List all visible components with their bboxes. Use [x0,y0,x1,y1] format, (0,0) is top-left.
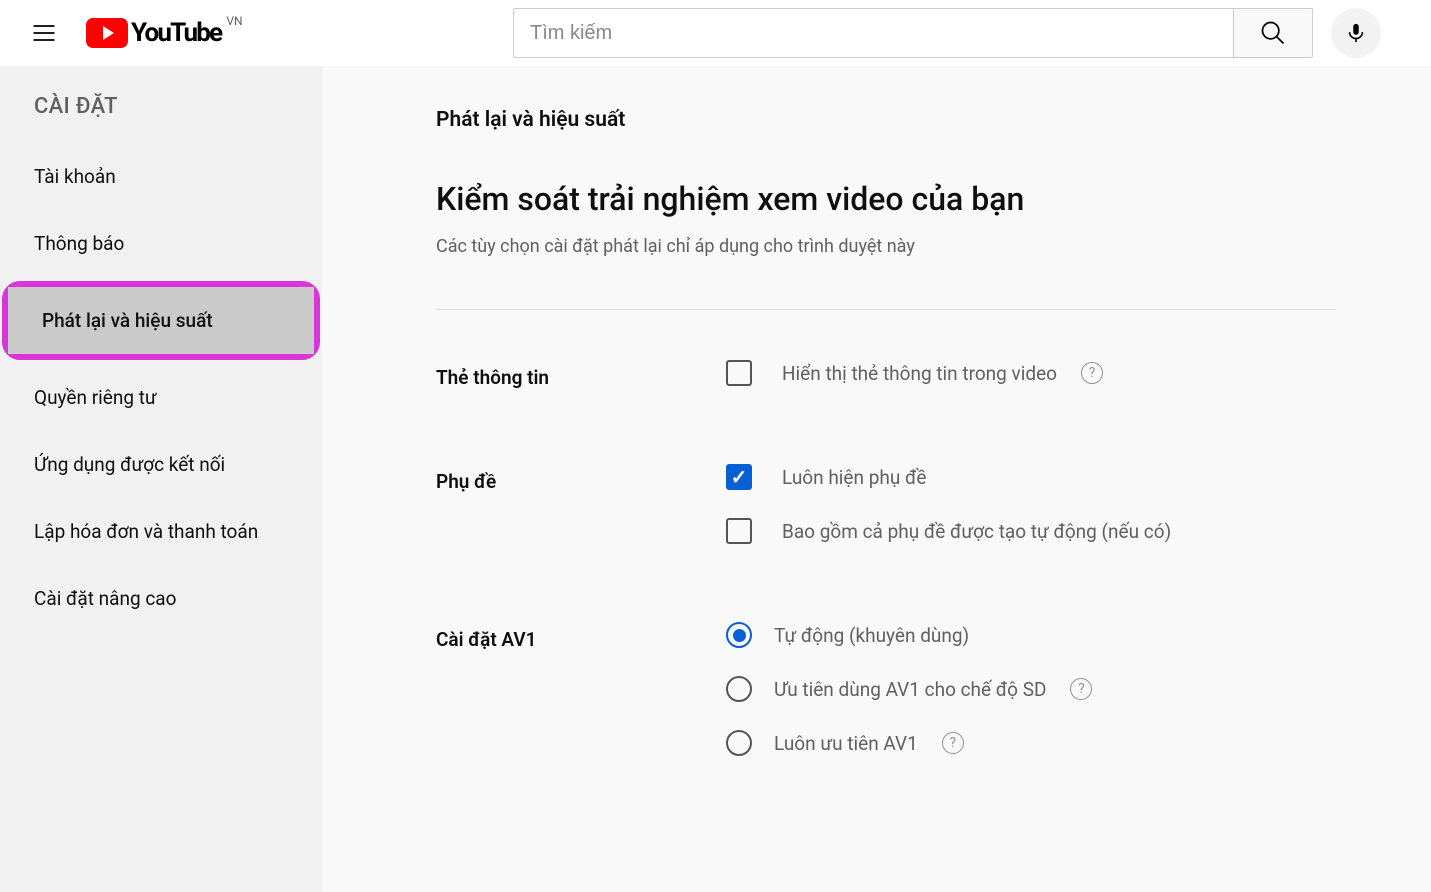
option-show-info-cards: Hiển thị thẻ thông tin trong video ? [726,360,1431,386]
sidebar-item-playback[interactable]: Phát lại và hiệu suất [8,287,314,354]
sidebar-item-advanced[interactable]: Cài đặt nâng cao [0,565,322,632]
voice-search-button[interactable] [1331,8,1381,58]
help-icon[interactable]: ? [1081,362,1103,384]
main-panel: Phát lại và hiệu suất Kiểm soát trải ngh… [322,66,1431,892]
option-text: Tự động (khuyên dùng) [774,624,969,647]
page-subtext: Các tùy chọn cài đặt phát lại chỉ áp dụn… [436,236,1431,257]
option-av1-sd: Ưu tiên dùng AV1 cho chế độ SD ? [726,676,1431,702]
option-text: Bao gồm cả phụ đề được tạo tự động (nếu … [782,520,1171,543]
checkbox-auto-subtitles[interactable] [726,518,752,544]
option-text: Hiển thị thẻ thông tin trong video [782,362,1057,385]
option-text: Ưu tiên dùng AV1 cho chế độ SD [774,678,1046,701]
search-icon [1259,19,1287,47]
youtube-icon [86,18,128,48]
option-always-subtitles: ✓ Luôn hiện phụ đề [726,464,1431,490]
setting-label-subtitles: Phụ đề [436,464,726,572]
search-button[interactable] [1233,8,1313,58]
sidebar-item-account[interactable]: Tài khoản [0,143,322,210]
setting-options: Hiển thị thẻ thông tin trong video ? [726,360,1431,414]
radio-dot-icon [733,629,746,642]
sidebar-item-notifications[interactable]: Thông báo [0,210,322,277]
help-icon[interactable]: ? [1070,678,1092,700]
microphone-icon [1345,22,1367,44]
sidebar-title: CÀI ĐẶT [0,94,322,143]
sidebar-item-connected-apps[interactable]: Ứng dụng được kết nối [0,431,322,498]
option-av1-always: Luôn ưu tiên AV1 ? [726,730,1431,756]
option-av1-auto: Tự động (khuyên dùng) [726,622,1431,648]
help-icon[interactable]: ? [942,732,964,754]
country-code: VN [226,14,242,28]
setting-info-cards: Thẻ thông tin Hiển thị thẻ thông tin tro… [436,360,1431,414]
content-area: CÀI ĐẶT Tài khoản Thông báo Phát lại và … [0,66,1431,892]
option-text: Luôn ưu tiên AV1 [774,732,918,755]
check-icon: ✓ [731,465,748,489]
search-container [513,8,1381,58]
settings-sidebar: CÀI ĐẶT Tài khoản Thông báo Phát lại và … [0,66,322,892]
setting-label-info-cards: Thẻ thông tin [436,360,726,414]
sidebar-item-privacy[interactable]: Quyền riêng tư [0,364,322,431]
radio-av1-always[interactable] [726,730,752,756]
highlight-annotation: Phát lại và hiệu suất [2,281,320,360]
hamburger-icon [30,19,58,47]
setting-label-av1: Cài đặt AV1 [436,622,726,784]
option-text: Luôn hiện phụ đề [782,466,926,489]
logo[interactable]: YouTube VN [86,18,243,48]
setting-subtitles: Phụ đề ✓ Luôn hiện phụ đề Bao gồm cả phụ… [436,464,1431,572]
section-label: Phát lại và hiệu suất [436,108,1431,132]
header: YouTube VN [0,0,1431,66]
checkbox-info-cards[interactable] [726,360,752,386]
radio-av1-sd[interactable] [726,676,752,702]
radio-av1-auto[interactable] [726,622,752,648]
sidebar-item-billing[interactable]: Lập hóa đơn và thanh toán [0,498,322,565]
search-input[interactable] [513,8,1233,58]
setting-av1: Cài đặt AV1 Tự động (khuyên dùng) Ưu tiê… [436,622,1431,784]
logo-box: YouTube [86,18,221,48]
logo-text: YouTube [131,18,221,48]
setting-options: Tự động (khuyên dùng) Ưu tiên dùng AV1 c… [726,622,1431,784]
setting-options: ✓ Luôn hiện phụ đề Bao gồm cả phụ đề đượ… [726,464,1431,572]
divider [436,309,1336,310]
option-auto-subtitles: Bao gồm cả phụ đề được tạo tự động (nếu … [726,518,1431,544]
page-heading: Kiểm soát trải nghiệm xem video của bạn [436,180,1431,218]
checkbox-always-subtitles[interactable]: ✓ [726,464,752,490]
menu-button[interactable] [20,9,68,57]
